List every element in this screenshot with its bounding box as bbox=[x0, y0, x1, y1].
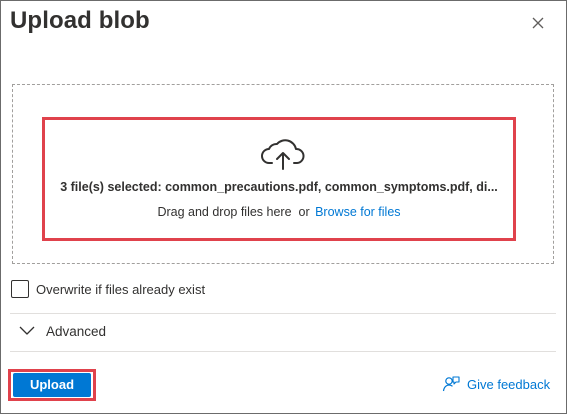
close-icon[interactable] bbox=[528, 13, 548, 33]
upload-blob-panel: Upload blob 3 file(s) selected: common_p… bbox=[0, 0, 567, 414]
upload-button[interactable]: Upload bbox=[13, 373, 91, 397]
chevron-down-icon[interactable] bbox=[19, 323, 35, 337]
browse-files-link[interactable]: Browse for files bbox=[315, 205, 400, 219]
panel-title: Upload blob bbox=[10, 7, 150, 34]
drag-drop-hint: Drag and drop files here or Browse for f… bbox=[45, 205, 513, 219]
files-selected-text: 3 file(s) selected: common_precautions.p… bbox=[60, 180, 498, 194]
advanced-toggle[interactable]: Advanced bbox=[46, 324, 106, 339]
divider bbox=[10, 351, 556, 352]
divider bbox=[10, 313, 556, 314]
overwrite-checkbox[interactable] bbox=[11, 280, 29, 298]
drag-drop-text: Drag and drop files here or bbox=[157, 205, 310, 219]
cloud-upload-icon bbox=[260, 137, 306, 171]
dropzone-highlight bbox=[42, 117, 516, 241]
feedback-icon[interactable] bbox=[442, 375, 460, 393]
overwrite-label: Overwrite if files already exist bbox=[36, 282, 206, 297]
give-feedback-link[interactable]: Give feedback bbox=[467, 377, 550, 392]
